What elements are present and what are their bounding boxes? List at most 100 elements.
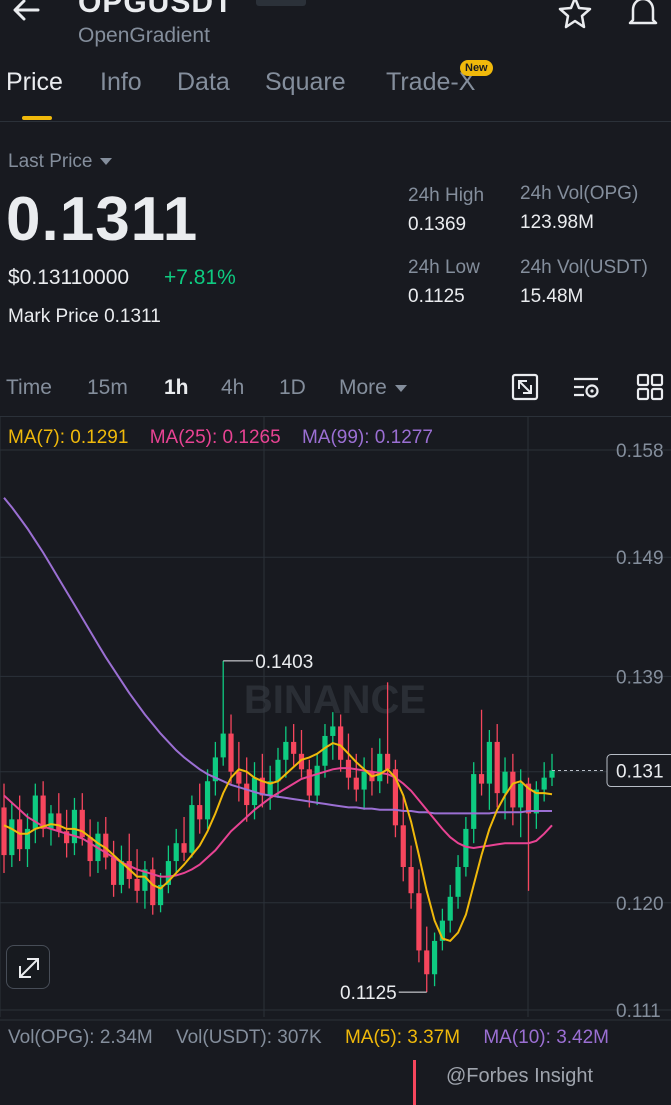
- interval-1d[interactable]: 1D: [279, 376, 306, 400]
- volume-legend: Vol(OPG): 2.34M Vol(USDT): 307K MA(5): 3…: [8, 1027, 627, 1049]
- interval-bar: Time 15m 1h 4h 1D More: [0, 372, 671, 408]
- binance-watermark: BINANCE: [244, 678, 426, 722]
- candle-body: [306, 769, 312, 796]
- mark-price-value: 0.1311: [104, 306, 161, 327]
- candle-body: [353, 777, 359, 790]
- candle-body: [111, 857, 117, 885]
- candle-body: [471, 774, 477, 829]
- candle-body: [494, 741, 500, 794]
- vol-base-value: 123.98M: [520, 212, 594, 233]
- interval-1h[interactable]: 1h: [164, 376, 189, 400]
- vol-quote-value: 15.48M: [520, 286, 584, 307]
- candle-body: [9, 819, 15, 856]
- tab-bar: Price Info Data Square Trade-X New: [0, 60, 671, 122]
- candle-body: [408, 867, 414, 894]
- ma99-label: MA(99): 0.1277: [301, 427, 433, 448]
- candle-body: [549, 770, 555, 778]
- vol-ma10: MA(10): 3.42M: [483, 1027, 609, 1048]
- candle-body: [291, 741, 297, 754]
- vol-quote: Vol(USDT): 307K: [175, 1027, 322, 1048]
- candle-body: [416, 893, 422, 951]
- volume-bar: [413, 1060, 416, 1105]
- chart-canvas[interactable]: BINANCE 0.158 0.149 0.139 0.131 0.120 0.111 0.1…: [0, 417, 671, 1105]
- low-value: 0.1125: [408, 286, 465, 307]
- pair-subtitle: OpenGradient: [78, 24, 210, 47]
- candle-body: [314, 765, 320, 796]
- pair-title[interactable]: OPGUSDT: [78, 0, 233, 20]
- high-annotation: 0.1403: [255, 652, 313, 673]
- candle-body: [197, 805, 203, 820]
- caret-down-icon: [100, 158, 113, 166]
- candle-body: [400, 825, 406, 868]
- last-price-label: Last Price: [8, 151, 93, 172]
- layout-grid-icon[interactable]: [635, 372, 665, 402]
- candle-body: [56, 813, 62, 832]
- candle-body: [204, 781, 211, 820]
- vol-ma5: MA(5): 3.37M: [344, 1027, 461, 1048]
- candle-body: [424, 950, 430, 975]
- high-label: 24h High: [408, 185, 485, 206]
- candle-body: [71, 809, 78, 844]
- candle-body: [275, 759, 281, 782]
- candle-body: [486, 741, 492, 784]
- candle-body: [220, 733, 226, 758]
- vol-base-label: 24h Vol(OPG): [520, 183, 639, 204]
- ma7-label: MA(7): 0.1291: [8, 427, 129, 448]
- high-value: 0.1369: [408, 214, 467, 235]
- new-badge: New: [460, 60, 493, 76]
- candle-body: [330, 726, 336, 736]
- interval-4h[interactable]: 4h: [221, 376, 244, 400]
- indicator-settings-icon[interactable]: [572, 372, 602, 402]
- active-tab-indicator: [22, 116, 52, 120]
- tab-price[interactable]: Price: [6, 68, 63, 97]
- interval-time[interactable]: Time: [6, 376, 52, 400]
- candle-body: [173, 843, 179, 862]
- candle-body: [478, 774, 485, 784]
- chart-type-icon[interactable]: [510, 372, 540, 402]
- interval-more[interactable]: More: [339, 376, 407, 400]
- tab-data[interactable]: Data: [177, 68, 230, 97]
- expand-chart-button[interactable]: [6, 945, 50, 989]
- price-change: +7.81%: [164, 266, 236, 289]
- pair-badge: [256, 0, 306, 6]
- current-price-label: 0.131: [616, 762, 664, 783]
- mark-price: Mark Price 0.1311: [8, 306, 161, 328]
- candle-body: [541, 777, 547, 790]
- candle-body: [181, 843, 187, 853]
- candle-body: [338, 726, 344, 760]
- candle-body: [244, 783, 250, 806]
- last-price-dropdown[interactable]: Last Price: [8, 151, 113, 173]
- y-tick-label: 0.139: [616, 667, 664, 688]
- low-annotation: 0.1125: [340, 983, 397, 1004]
- last-price: 0.1311: [6, 185, 199, 254]
- back-arrow-icon[interactable]: [8, 0, 44, 28]
- candle-body: [283, 741, 289, 760]
- candlestick-chart[interactable]: BINANCE 0.158 0.149 0.139 0.131 0.120 0.111 0.1…: [0, 416, 671, 1105]
- candle-body: [236, 771, 242, 784]
- candle-body: [40, 795, 46, 829]
- candle-body: [361, 771, 367, 790]
- candle-body: [431, 940, 438, 975]
- candle-body: [447, 896, 453, 921]
- bell-icon[interactable]: [624, 0, 662, 32]
- y-tick-label: 0.158: [616, 441, 664, 462]
- low-label: 24h Low: [408, 257, 480, 278]
- tab-square[interactable]: Square: [265, 68, 346, 97]
- candle-body: [510, 771, 516, 808]
- interval-more-label: More: [339, 376, 387, 399]
- candle-body: [322, 735, 328, 766]
- interval-15m[interactable]: 15m: [87, 376, 128, 400]
- candle-body: [1, 807, 7, 856]
- ma-legend: MA(7): 0.1291 MA(25): 0.1265 MA(99): 0.1…: [8, 427, 449, 449]
- mark-price-label: Mark Price: [8, 306, 99, 327]
- tab-info[interactable]: Info: [100, 68, 142, 97]
- caret-down-icon: [394, 384, 407, 392]
- ma25-label: MA(25): 0.1265: [149, 427, 281, 448]
- expand-icon: [19, 958, 39, 978]
- candle-body: [228, 733, 234, 772]
- usd-price: $0.13110000: [8, 266, 130, 289]
- top-bar: OPGUSDT OpenGradient: [0, 0, 671, 60]
- star-icon[interactable]: [556, 0, 594, 32]
- candle-body: [385, 753, 391, 770]
- candle-body: [48, 813, 54, 829]
